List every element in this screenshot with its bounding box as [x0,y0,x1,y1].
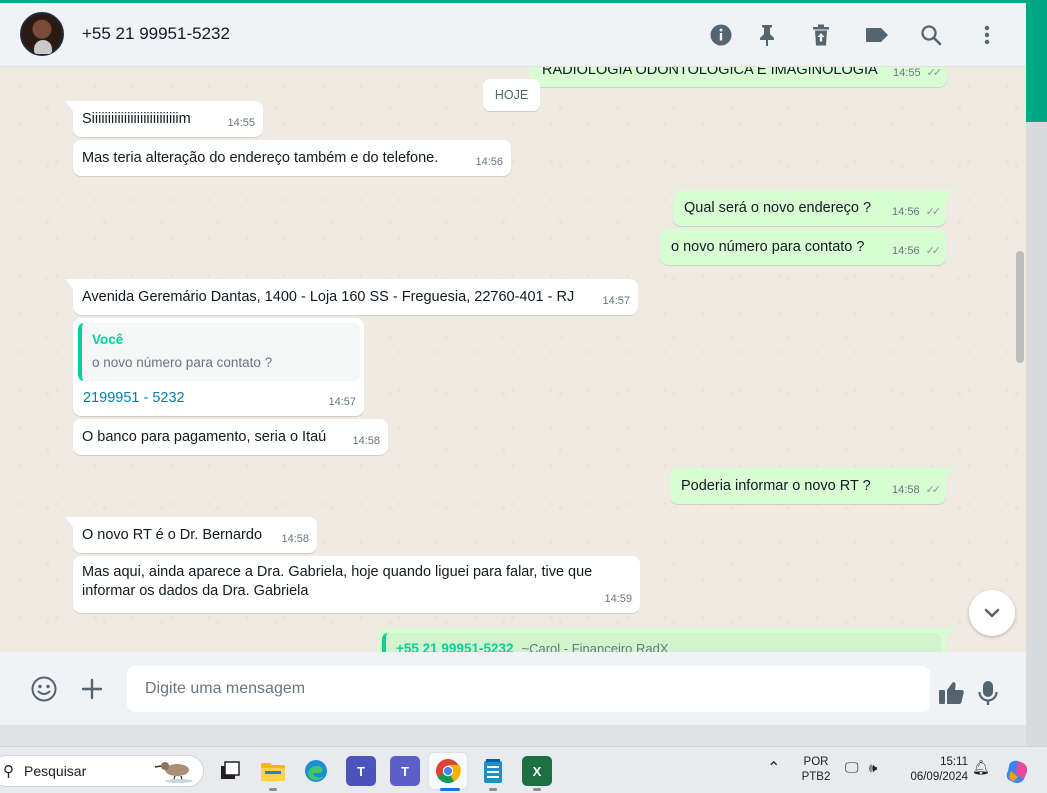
excel-icon[interactable]: X [522,756,552,786]
input-language[interactable]: POR PTB2 [799,755,833,785]
day-divider: HOJE [483,79,540,111]
pin-icon[interactable] [754,22,780,48]
edge-icon[interactable] [301,756,331,786]
message-bubble-in[interactable]: O banco para pagamento, seria o Itaú 14:… [73,419,388,455]
windows-taskbar: ⚲ Pesquisar T T X ⌃ POR PTB2 🖵 🕪 15:11 0… [0,746,1047,793]
taskbar-search-label: Pesquisar [24,763,87,779]
read-ticks-icon: ✓✓ [925,484,942,496]
contact-name[interactable]: +55 21 99951-5232 [82,24,230,44]
message-time: 14:55 [893,67,921,79]
message-text: Poderia informar o novo RT ? [681,478,871,494]
notepad-icon[interactable] [478,756,508,786]
copilot-icon[interactable] [1003,756,1033,786]
taskbar-running-indicator [533,788,541,791]
info-icon[interactable] [708,22,734,48]
message-time: 14:58 [352,435,380,447]
search-icon: ⚲ [3,763,14,780]
search-icon[interactable] [918,22,944,48]
message-bubble-in[interactable]: O novo RT é o Dr. Bernardo 14:58 [65,517,317,553]
teams-icon[interactable]: T [390,756,420,786]
task-view-icon[interactable] [215,756,245,786]
attach-plus-icon[interactable] [77,674,107,704]
bird-illustration-icon [154,758,195,784]
chat-header: +55 21 99951-5232 [0,3,1026,67]
taskbar-running-indicator [489,788,497,791]
volume-icon[interactable]: 🕪 [869,760,877,775]
message-text: O banco para pagamento, seria o Itaú [82,429,327,445]
quote-author: +55 21 99951-5232 [396,641,514,652]
message-bubble-out[interactable]: o novo número para contato ? 14:56 ✓✓ [660,229,946,265]
message-bubble-in[interactable]: Mas aqui, ainda aparece a Dra. Gabriela,… [73,556,640,613]
read-ticks-icon: ✓✓ [925,206,942,218]
window-accent-strip [1026,0,1047,122]
message-time: 14:56 [892,245,920,257]
taskbar-active-indicator [440,788,460,791]
contact-avatar[interactable] [20,12,64,56]
notification-bell-icon[interactable]: 🔔︎ [972,760,990,775]
quote-author-nickname: ~Carol - Financeiro RadX [521,641,669,652]
taskbar-search[interactable]: ⚲ Pesquisar [0,755,204,787]
message-time: 14:59 [604,593,632,605]
message-time: 14:58 [281,533,309,545]
message-bubble-out-reply[interactable]: +55 21 99951-5232 ~Carol - Financeiro Rad… [377,628,954,652]
message-text: Mas aqui, ainda aparece a Dra. Gabriela,… [82,564,593,599]
read-ticks-icon: ✓✓ [926,67,943,79]
thumbs-up-icon[interactable] [936,678,966,708]
message-time: 14:57 [328,396,356,408]
message-text: Avenida Geremário Dantas, 1400 - Loja 16… [82,289,575,305]
quote-author: Você [92,332,124,347]
clock-time: 15:11 [940,756,968,768]
language-code: POR [803,756,829,768]
message-bubble-out[interactable]: RADIOLOGIA ODONTOLÓGICA E IMAGINOLOGIA 1… [529,67,947,87]
message-text: O novo RT é o Dr. Bernardo [82,527,263,543]
message-text: Mas teria alteração do endereço também e… [82,150,439,166]
chevron-down-icon [984,608,1000,618]
chat-scrollbar[interactable] [1016,251,1024,363]
message-bubble-out[interactable]: Qual será o novo endereço ? 14:56 ✓✓ [673,190,954,226]
message-time: 14:58 [892,484,920,496]
label-icon[interactable] [864,22,890,48]
chrome-icon[interactable] [433,756,463,786]
chat-window: +55 21 99951-5232 RADIOLOGIA ODONTOLÓGIC… [0,3,1026,725]
right-gutter [1026,122,1047,746]
chevron-up-icon[interactable]: ⌃ [767,761,780,777]
system-clock[interactable]: 15:11 06/09/2024 [900,755,968,785]
keyboard-layout: PTB2 [801,771,831,783]
teams-classic-icon[interactable]: T [346,756,376,786]
message-composer [0,652,1026,725]
file-explorer-icon[interactable] [258,756,288,786]
message-text: Siiiiiiiiiiiiiiiiiiiiiiiiiiim [82,111,191,127]
message-bubble-in-reply[interactable]: Você o novo número para contato ? 219995… [73,318,364,416]
quote-text: o novo número para contato ? [92,355,273,370]
delete-icon[interactable] [808,22,834,48]
clock-date: 06/09/2024 [910,771,968,783]
message-time: 14:56 [475,156,503,168]
message-text: RADIOLOGIA ODONTOLÓGICA E IMAGINOLOGIA [542,67,878,78]
message-time: 14:55 [227,117,255,129]
quoted-message[interactable]: +55 21 99951-5232 ~Carol - Financeiro Rad… [382,633,941,652]
read-ticks-icon: ✓✓ [925,245,942,257]
scroll-to-bottom-button[interactable] [969,590,1015,636]
message-input[interactable] [127,666,930,712]
message-text: Qual será o novo endereço ? [684,200,872,216]
message-bubble-in[interactable]: Mas teria alteração do endereço também e… [73,140,511,176]
message-bubble-in[interactable]: Siiiiiiiiiiiiiiiiiiiiiiiiiiim 14:55 [65,101,263,137]
message-time: 14:57 [602,295,630,307]
network-icon[interactable]: 🖵 [845,760,859,775]
message-bubble-in[interactable]: Avenida Geremário Dantas, 1400 - Loja 16… [65,279,638,315]
emoji-icon[interactable] [29,674,59,704]
taskbar-running-indicator [269,788,277,791]
message-list[interactable]: RADIOLOGIA ODONTOLÓGICA E IMAGINOLOGIA 1… [0,67,1026,652]
message-text: o novo número para contato ? [671,239,865,255]
phone-number-link[interactable]: 2199951 - 5232 [83,389,185,408]
message-time: 14:56 [892,206,920,218]
microphone-icon[interactable] [973,678,1003,708]
message-bubble-out[interactable]: Poderia informar o novo RT ? 14:58 ✓✓ [670,468,954,504]
more-icon[interactable] [974,22,1000,48]
quoted-message[interactable]: Você o novo número para contato ? [78,323,360,381]
